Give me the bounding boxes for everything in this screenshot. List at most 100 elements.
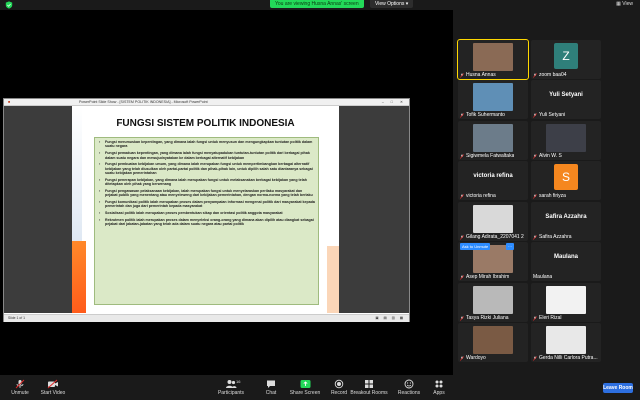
participant-name: Husna Annas: [466, 72, 496, 78]
participant-avatar: Z: [554, 43, 578, 69]
participant-name: Sigiwmela Fatwaltaka: [466, 153, 515, 159]
more-options-button[interactable]: ···: [506, 243, 514, 250]
muted-microphone-icon: [460, 194, 464, 199]
ppt-statusbar: Slide 1 of 1 ▣ ▤ ▥ ▦: [4, 314, 409, 322]
muted-microphone-icon: [533, 194, 537, 199]
muted-microphone-icon: [533, 73, 537, 78]
apps-label: Apps: [433, 390, 445, 396]
participant-tile[interactable]: Ask to Unmute ··· Asep Mirah Ibrahim: [458, 242, 528, 281]
participant-avatar: S: [554, 164, 578, 190]
participant-name: zoom baa04: [539, 72, 567, 78]
muted-microphone-icon: [533, 356, 537, 361]
participant-video: [473, 43, 513, 71]
leave-button[interactable]: Leave Room: [603, 383, 633, 393]
participant-display-name: victoria refina: [473, 173, 513, 179]
start-video-label: Start Video: [40, 390, 66, 396]
bullet-item: Fungsi pengawasan pelaksanaan kebijakan,…: [99, 189, 315, 198]
participants-label: Participants: [217, 390, 245, 396]
participant-name: Gerda Nilli Carlora Putra...: [539, 355, 598, 361]
record-icon: [334, 379, 344, 389]
muted-microphone-icon: [460, 113, 464, 118]
start-video-button[interactable]: Start Video: [28, 379, 78, 396]
apps-icon: [435, 380, 443, 388]
bullet-list: Fungsi merumuskan kepentingan, yang dima…: [95, 138, 318, 227]
participant-name: Eleri Rizal: [539, 315, 562, 321]
bullet-item: Sosialisasi politik ialah merupakan pros…: [99, 211, 315, 216]
participant-video: [546, 326, 586, 354]
reactions-icon: [404, 379, 414, 389]
breakout-rooms-label: Breakout Rooms: [350, 390, 388, 396]
participant-name: victoria refina: [466, 193, 496, 199]
participant-video: [473, 286, 513, 314]
participant-tile[interactable]: Maulana Maulana: [531, 242, 601, 281]
muted-microphone-icon: [460, 275, 464, 280]
participant-name: Maulana: [533, 274, 553, 280]
participants-count: 16: [236, 379, 241, 384]
participant-tile[interactable]: Tasya Rizki Juliana: [458, 283, 528, 322]
participant-tile[interactable]: Gerda Nilli Carlora Putra...: [531, 323, 601, 362]
camera-off-icon: [47, 379, 58, 389]
participant-tile[interactable]: Gilang Adirata_2207041 2: [458, 202, 528, 241]
shared-screen: ■ PowerPoint Slide Show - [SISTEM POLITI…: [0, 10, 453, 375]
participant-tile[interactable]: Alvin W. S: [531, 121, 601, 160]
participant-video: [473, 326, 513, 354]
view-options-button[interactable]: View Options ▾: [370, 0, 414, 8]
muted-microphone-icon: [533, 154, 537, 159]
microphone-muted-icon: [15, 379, 25, 389]
slide-background: FUNGSI SISTEM POLITIK INDONESIA Fungsi m…: [4, 106, 409, 313]
participant-tile[interactable]: victoria refina victoria refina: [458, 161, 528, 200]
slide-accent-right: [327, 246, 339, 313]
participant-name: sarah firiyza: [539, 193, 566, 199]
powerpoint-window: ■ PowerPoint Slide Show - [SISTEM POLITI…: [3, 98, 410, 322]
participant-display-name: Yuli Setyani: [549, 92, 583, 98]
ppt-app-icon: ■: [8, 100, 11, 104]
slide-accent-orange: [72, 241, 86, 313]
muted-microphone-icon: [460, 154, 464, 159]
participant-display-name: Safira Azzahra: [545, 214, 587, 220]
muted-microphone-icon: [460, 316, 464, 321]
participant-name: Asep Mirah Ibrahim: [466, 274, 510, 280]
participant-name: Tofik Suhermanto: [466, 112, 505, 118]
view-button[interactable]: ▦ View: [616, 1, 633, 7]
participant-tile[interactable]: Tofik Suhermanto: [458, 80, 528, 119]
participant-tile[interactable]: Zzoom baa04: [531, 40, 601, 79]
ppt-window-title: PowerPoint Slide Show - [SISTEM POLITIK …: [79, 100, 208, 104]
participant-video: [546, 286, 586, 314]
chat-label: Chat: [265, 390, 277, 396]
ask-to-unmute-button[interactable]: Ask to Unmute: [460, 243, 491, 250]
bullet-item: Fungsi pembuatan kebijakan umum, yang di…: [99, 162, 315, 175]
chat-icon: [267, 380, 275, 388]
participant-video: [546, 124, 586, 152]
slide-counter: Slide 1 of 1: [8, 316, 25, 320]
muted-microphone-icon: [533, 235, 537, 240]
viewing-banner: You are viewing Husna Annas' screen: [270, 0, 364, 8]
muted-microphone-icon: [460, 73, 464, 78]
grid-icon: ▦: [616, 1, 621, 7]
participant-name: Wardoyo: [466, 355, 486, 361]
muted-microphone-icon: [460, 356, 464, 361]
participant-tile[interactable]: Eleri Rizal: [531, 283, 601, 322]
slide-title: FUNGSI SISTEM POLITIK INDONESIA: [116, 118, 295, 129]
participant-tile[interactable]: Yuli Setyani Yuli Setyani: [531, 80, 601, 119]
participant-tile[interactable]: Ssarah firiyza: [531, 161, 601, 200]
bullet-item: Fungsi komunikasi politik ialah merupaka…: [99, 200, 315, 209]
unmute-label: Unmute: [11, 390, 29, 396]
slide: FUNGSI SISTEM POLITIK INDONESIA Fungsi m…: [72, 106, 339, 313]
participant-tile[interactable]: Safira Azzahra Safira Azzahra: [531, 202, 601, 241]
participant-name: Yuli Setyani: [539, 112, 566, 118]
participant-tile[interactable]: Husna Annas: [457, 39, 529, 80]
window-controls[interactable]: – □ ✕: [382, 99, 406, 105]
participant-video: [473, 83, 513, 111]
bullet-item: Rekrutmen politik ialah merupakan proses…: [99, 218, 315, 227]
view-buttons[interactable]: ▣ ▤ ▥ ▦: [375, 315, 405, 322]
participant-display-name: Maulana: [553, 254, 578, 260]
share-screen-icon: [300, 380, 310, 388]
shield-icon[interactable]: [5, 1, 13, 9]
participant-video: [473, 124, 513, 152]
participant-name: Tasya Rizki Juliana: [466, 315, 509, 321]
apps-button[interactable]: Apps: [414, 379, 464, 396]
participant-tile[interactable]: Wardoyo: [458, 323, 528, 362]
view-label: View: [622, 1, 633, 7]
meeting-toolbar: Unmute Start Video 16 Participants Chat …: [0, 377, 640, 400]
participant-tile[interactable]: Sigiwmela Fatwaltaka: [458, 121, 528, 160]
